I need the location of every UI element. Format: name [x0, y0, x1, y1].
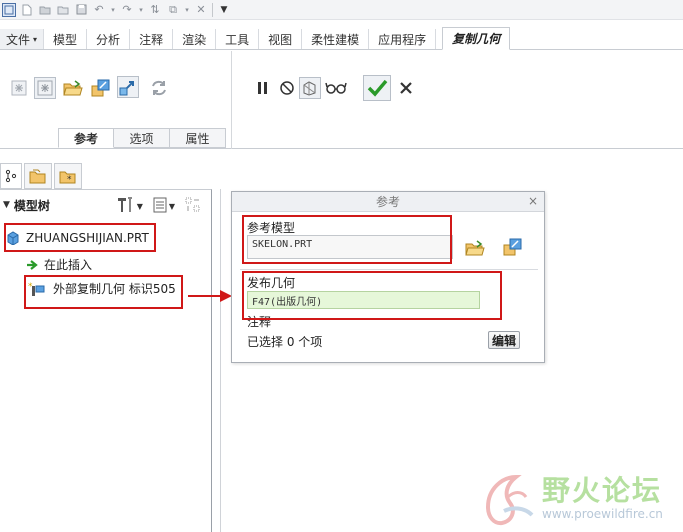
highlight-box-reference-model [242, 215, 452, 264]
no-preview-icon[interactable] [276, 77, 298, 99]
redo-icon[interactable]: ↷ [120, 3, 134, 17]
green-arrow-icon [27, 259, 38, 270]
settings-tools-icon[interactable] [115, 196, 135, 217]
cancel-x-icon[interactable] [395, 77, 417, 99]
model-tree-icon [5, 169, 17, 183]
open-folder-icon[interactable] [62, 77, 84, 99]
tab-view[interactable]: 视图 [259, 29, 303, 49]
subtab-references[interactable]: 参考 [58, 128, 114, 148]
highlight-box-root-part [4, 223, 156, 252]
filter-tree-icon[interactable] [185, 197, 201, 216]
tab-tools[interactable]: 工具 [216, 29, 260, 49]
highlight-box-feature [24, 275, 183, 309]
dashboard-subtabs: 参考 选项 属性 [58, 128, 226, 148]
model-tree-panel: ▼ 模型树 ▼ ▼ ZHUANGSHIJIAN.PRT 在此插入 * 外部复制几… [0, 189, 212, 532]
ribbon-tab-bar: 文件 ▾ 模型 分析 注释 渲染 工具 视图 柔性建模 应用程序 复制几何 [0, 27, 683, 50]
tab-copy-geometry[interactable]: 复制几何 [442, 27, 511, 50]
insert-here-label: 在此插入 [44, 258, 93, 272]
tab-label: 复制几何 [452, 32, 501, 46]
tools-dropdown-icon[interactable]: ▼ [137, 202, 143, 211]
windows-icon[interactable]: ⧉ [166, 3, 180, 17]
publish-geometry-icon[interactable] [8, 77, 30, 99]
tab-label: 工具 [225, 32, 250, 47]
surface-copy-icon[interactable] [34, 77, 56, 99]
ribbon-panel: 参考 选项 属性 [0, 51, 683, 149]
tab-render[interactable]: 渲染 [173, 29, 217, 49]
preview-geometry-icon[interactable] [299, 77, 321, 99]
edit-button[interactable]: 编辑 [488, 331, 520, 349]
show-dropdown-icon[interactable]: ▼ [169, 202, 175, 211]
model-tree-title: 模型树 [13, 198, 50, 213]
tab-label: 应用程序 [378, 32, 427, 47]
tab-label: 视图 [268, 32, 293, 47]
app-icon[interactable] [2, 2, 16, 17]
tab-applications[interactable]: 应用程序 [369, 29, 437, 49]
favorites-icon: * [59, 171, 76, 184]
save-icon[interactable] [74, 3, 88, 17]
selected-count-text: 已选择 0 个项 [247, 335, 323, 349]
undo-icon[interactable]: ↶ [92, 3, 106, 17]
tab-folder-browser[interactable] [24, 163, 52, 189]
windows-dropdown-icon[interactable]: ▾ [184, 3, 190, 17]
new-file-icon[interactable] [20, 3, 34, 17]
toolbar-divider [212, 2, 213, 17]
customize-dropdown-icon[interactable]: ▼ [217, 3, 231, 17]
tab-file[interactable]: 文件 ▾ [0, 29, 45, 49]
watermark-url: www.proewildfire.cn [542, 507, 663, 521]
open-reference-folder-icon[interactable] [464, 237, 486, 259]
show-list-icon[interactable] [153, 197, 167, 216]
regenerate-icon[interactable]: ⇅ [148, 3, 162, 17]
close-window-icon[interactable]: ✕ [194, 3, 208, 17]
folder-icon[interactable] [56, 3, 70, 17]
quick-access-toolbar: ↶ ▾ ↷ ▾ ⇅ ⧉ ▾ ✕ ▼ [0, 0, 683, 20]
tree-item-insert-here[interactable]: 在此插入 [26, 256, 92, 273]
reference-model-icon[interactable] [90, 77, 112, 99]
svg-text:*: * [67, 175, 72, 184]
folder-browser-icon [29, 169, 46, 184]
highlight-box-publish-geometry [242, 271, 502, 320]
confirm-checkmark-icon[interactable] [363, 75, 391, 101]
subtab-options[interactable]: 选项 [114, 128, 170, 148]
tab-model[interactable]: 模型 [44, 29, 88, 49]
reference-model-select-icon[interactable] [502, 236, 524, 258]
tab-favorites[interactable]: * [54, 163, 82, 189]
collapse-arrow-icon[interactable]: ▼ [3, 200, 10, 210]
undo-dropdown-icon[interactable]: ▾ [110, 3, 116, 17]
watermark: 野火论坛 www.proewildfire.cn [478, 467, 683, 532]
chevron-down-icon: ▾ [33, 34, 38, 44]
tab-analysis[interactable]: 分析 [87, 29, 131, 49]
dialog-divider [240, 269, 538, 270]
watermark-title: 野火论坛 [542, 474, 663, 507]
tab-annotate[interactable]: 注释 [130, 29, 174, 49]
tab-label: 渲染 [182, 32, 207, 47]
panel-splitter[interactable] [220, 189, 221, 532]
dialog-title-bar[interactable]: 参考 × [232, 192, 544, 212]
model-tree-tools: ▼ ▼ [115, 196, 201, 217]
navigator-tabs: * [0, 163, 82, 189]
refresh-icon[interactable] [148, 77, 170, 99]
tab-label: 柔性建模 [311, 32, 360, 47]
references-dialog: 参考 × 参考模型 SKELON.PRT 发布几何 F47(出版几何) 注释 已… [231, 191, 545, 363]
glasses-icon[interactable] [325, 77, 347, 99]
tab-label: 注释 [139, 32, 164, 47]
ribbon-group-control [232, 51, 432, 149]
tab-label: 分析 [96, 32, 121, 47]
annotation-arrow-icon [188, 290, 232, 302]
subtab-properties[interactable]: 属性 [170, 128, 226, 148]
tab-flexible-modeling[interactable]: 柔性建模 [302, 29, 370, 49]
watermark-logo-icon [485, 474, 534, 526]
dialog-close-icon[interactable]: × [528, 194, 538, 208]
tab-model-tree[interactable] [0, 163, 22, 189]
tab-label: 模型 [53, 32, 78, 47]
open-icon[interactable] [38, 3, 52, 17]
pause-icon[interactable] [252, 77, 274, 99]
ribbon-group-references: 参考 选项 属性 [0, 51, 232, 149]
dependency-icon[interactable] [117, 76, 139, 98]
dialog-title: 参考 [375, 195, 400, 209]
redo-dropdown-icon[interactable]: ▾ [138, 3, 144, 17]
tab-label: 文件 [6, 32, 31, 47]
